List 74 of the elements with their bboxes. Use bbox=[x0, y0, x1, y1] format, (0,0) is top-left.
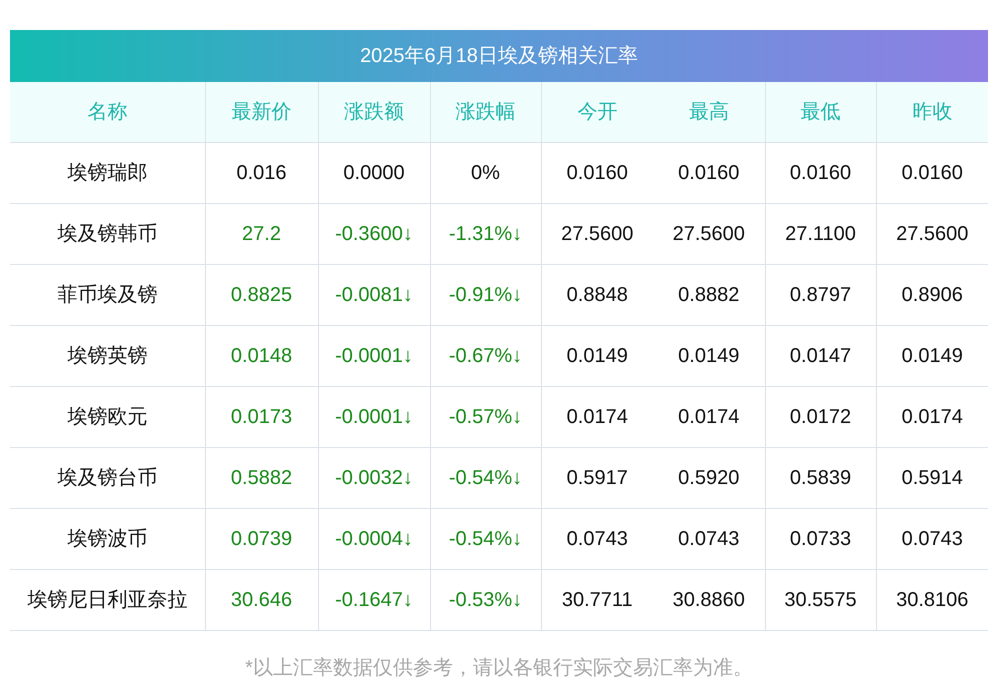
table-cell: 0.0743 bbox=[876, 508, 988, 569]
table-cell: 0.8848 bbox=[541, 264, 653, 325]
table-cell: -1.31%↓ bbox=[430, 203, 541, 264]
table-cell: -0.54%↓ bbox=[430, 508, 541, 569]
table-cell: 30.8106 bbox=[876, 569, 988, 630]
table-cell: 0.0160 bbox=[653, 142, 765, 203]
table-cell: 0.0149 bbox=[541, 325, 653, 386]
table-cell: 0.0148 bbox=[205, 325, 318, 386]
table-cell: 0.0743 bbox=[653, 508, 765, 569]
table-cell: 0.0149 bbox=[653, 325, 765, 386]
table-cell: 0.0174 bbox=[876, 386, 988, 447]
column-header: 最高 bbox=[653, 82, 765, 142]
table-cell: 0.5839 bbox=[765, 447, 876, 508]
table-cell: 0.0147 bbox=[765, 325, 876, 386]
table-cell: 27.5600 bbox=[653, 203, 765, 264]
table-cell: 0.0733 bbox=[765, 508, 876, 569]
table-cell: 0.0173 bbox=[205, 386, 318, 447]
table-cell: 30.646 bbox=[205, 569, 318, 630]
table-cell: 0.0160 bbox=[876, 142, 988, 203]
table-cell: 0.0160 bbox=[765, 142, 876, 203]
table-cell: 0.0172 bbox=[765, 386, 876, 447]
table-cell: -0.54%↓ bbox=[430, 447, 541, 508]
table-cell: 埃镑欧元 bbox=[10, 386, 205, 447]
table-cell: 埃镑波币 bbox=[10, 508, 205, 569]
table-cell: 0% bbox=[430, 142, 541, 203]
column-header: 最低 bbox=[765, 82, 876, 142]
table-cell: -0.0001↓ bbox=[318, 386, 430, 447]
table-cell: 埃镑英镑 bbox=[10, 325, 205, 386]
column-header: 名称 bbox=[10, 82, 205, 142]
table-cell: 埃及镑韩币 bbox=[10, 203, 205, 264]
table-cell: 0.8906 bbox=[876, 264, 988, 325]
table-cell: 0.5917 bbox=[541, 447, 653, 508]
table-cell: -0.0032↓ bbox=[318, 447, 430, 508]
table-cell: -0.57%↓ bbox=[430, 386, 541, 447]
table-cell: 0.5914 bbox=[876, 447, 988, 508]
table-cell: -0.0001↓ bbox=[318, 325, 430, 386]
footnote: *以上汇率数据仅供参考，请以各银行实际交易汇率为准。 bbox=[244, 656, 754, 680]
table-cell: 27.5600 bbox=[541, 203, 653, 264]
table-cell: 0.0149 bbox=[876, 325, 988, 386]
table-cell: 30.5575 bbox=[765, 569, 876, 630]
column-header: 涨跌幅 bbox=[430, 82, 541, 142]
table-cell: 0.0160 bbox=[541, 142, 653, 203]
table-cell: 0.8882 bbox=[653, 264, 765, 325]
table-title: 2025年6月18日埃及镑相关汇率 bbox=[10, 30, 988, 82]
table-cell: 30.8860 bbox=[653, 569, 765, 630]
table-cell: 0.5920 bbox=[653, 447, 765, 508]
table-cell: 27.2 bbox=[205, 203, 318, 264]
table-cell: -0.1647↓ bbox=[318, 569, 430, 630]
table-cell: 0.0739 bbox=[205, 508, 318, 569]
table-cell: -0.53%↓ bbox=[430, 569, 541, 630]
table-cell: 0.5882 bbox=[205, 447, 318, 508]
table-cell: -0.0004↓ bbox=[318, 508, 430, 569]
table-cell: 埃及镑台币 bbox=[10, 447, 205, 508]
table-cell: 0.016 bbox=[205, 142, 318, 203]
table-cell: 27.1100 bbox=[765, 203, 876, 264]
table-cell: -0.0081↓ bbox=[318, 264, 430, 325]
table-cell: -0.3600↓ bbox=[318, 203, 430, 264]
table-cell: 埃镑瑞郎 bbox=[10, 142, 205, 203]
table-cell: 30.7711 bbox=[541, 569, 653, 630]
table-cell: 0.8797 bbox=[765, 264, 876, 325]
table-cell: 埃镑尼日利亚奈拉 bbox=[10, 569, 205, 630]
table-cell: -0.91%↓ bbox=[430, 264, 541, 325]
column-header: 最新价 bbox=[205, 82, 318, 142]
table-cell: 菲币埃及镑 bbox=[10, 264, 205, 325]
column-header: 涨跌额 bbox=[318, 82, 430, 142]
table-cell: 0.8825 bbox=[205, 264, 318, 325]
table-cell: 27.5600 bbox=[876, 203, 988, 264]
table-cell: -0.67%↓ bbox=[430, 325, 541, 386]
table-cell: 0.0174 bbox=[653, 386, 765, 447]
table-cell: 0.0174 bbox=[541, 386, 653, 447]
column-header: 今开 bbox=[541, 82, 653, 142]
table-cell: 0.0743 bbox=[541, 508, 653, 569]
column-header: 昨收 bbox=[876, 82, 988, 142]
table-cell: 0.0000 bbox=[318, 142, 430, 203]
